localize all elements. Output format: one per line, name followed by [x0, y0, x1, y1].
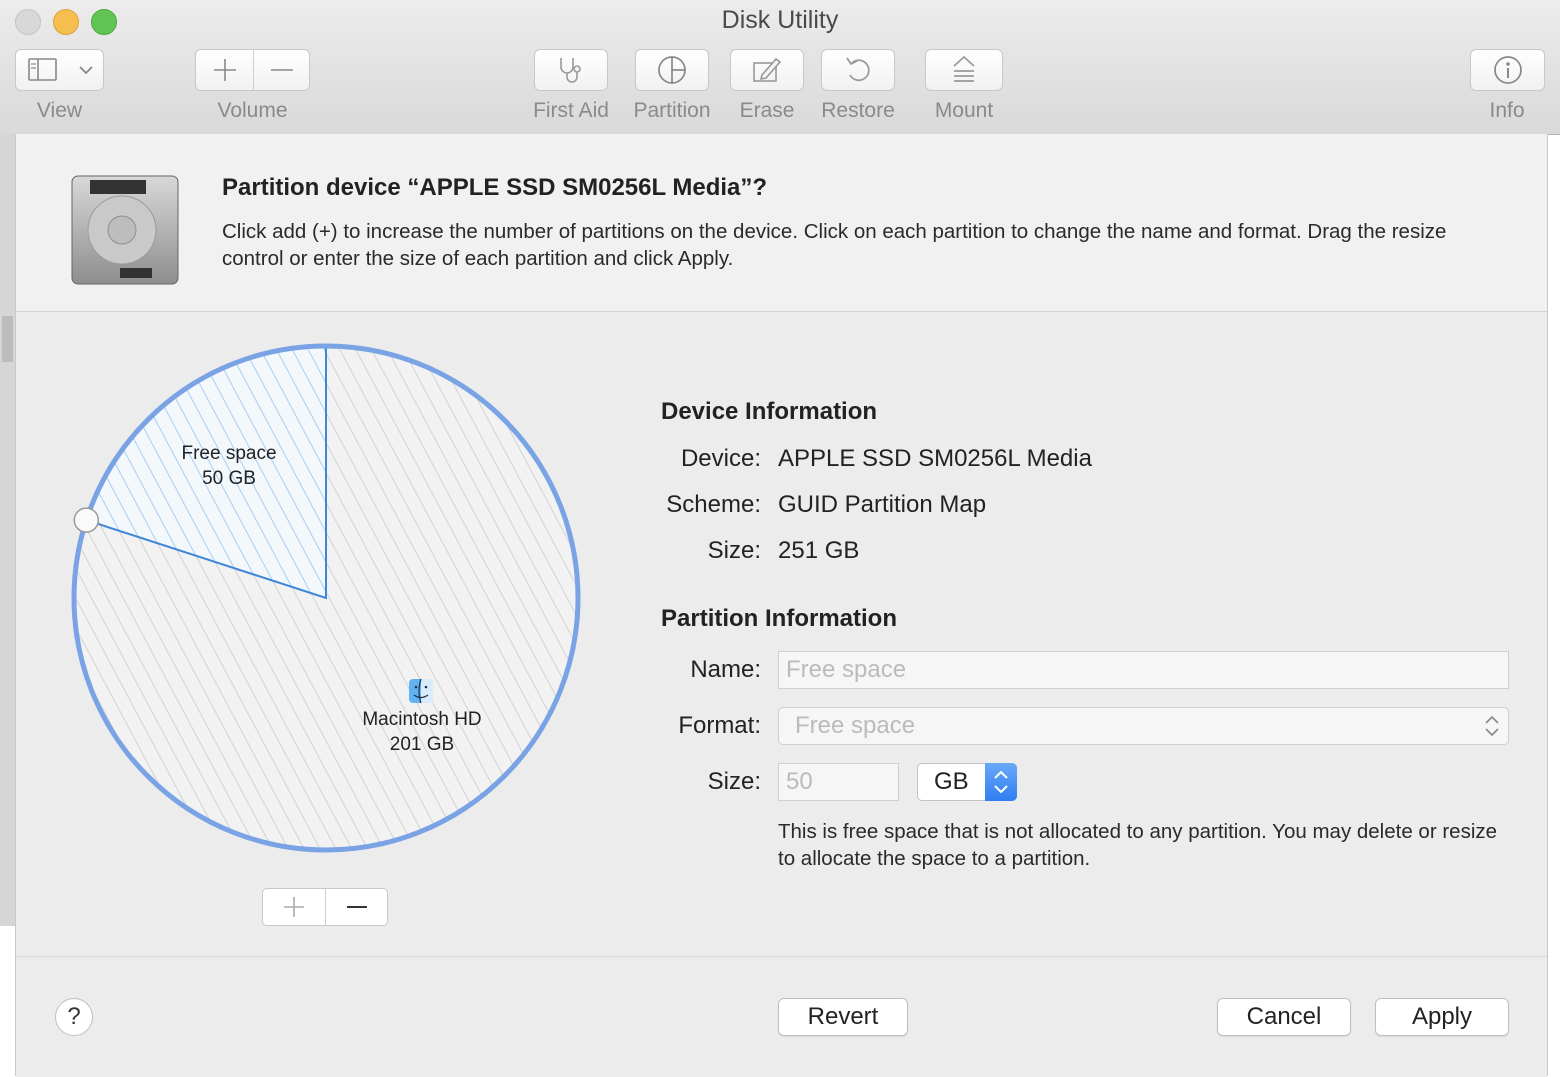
erase-label: Erase — [739, 99, 795, 122]
remove-partition-button[interactable] — [326, 889, 387, 925]
macintosh-hd-name: Macintosh HD — [362, 709, 482, 730]
free-space-name: Free space — [181, 443, 277, 464]
partition-name-field[interactable]: Free space — [778, 651, 1509, 689]
partition-size-field[interactable]: 50 — [778, 763, 899, 801]
restore-icon — [846, 57, 870, 82]
mount-icon — [953, 55, 975, 82]
window-title: Disk Utility — [721, 6, 839, 34]
chevron-down-icon — [79, 66, 93, 75]
unit-stepper — [985, 763, 1017, 801]
mount-button[interactable] — [925, 49, 1003, 91]
sheet-title: Partition device “APPLE SSD SM0256L Medi… — [222, 174, 768, 201]
first-aid-button[interactable] — [534, 49, 608, 91]
hard-drive-icon — [71, 175, 179, 285]
format-label: Format: — [678, 712, 761, 739]
format-value: Free space — [795, 712, 916, 739]
size-unit-value: GB — [934, 768, 969, 795]
plus-icon — [213, 59, 236, 81]
restore-button[interactable] — [821, 49, 895, 91]
partition-pie[interactable] — [61, 333, 591, 863]
revert-button[interactable]: Revert — [778, 998, 908, 1036]
first-aid-label: First Aid — [533, 99, 609, 122]
partition-button[interactable] — [635, 49, 709, 91]
sidebar-edge — [0, 134, 16, 926]
partition-add-remove-control — [262, 888, 388, 926]
add-partition-button[interactable] — [263, 889, 325, 925]
free-space-size: 50 GB — [202, 468, 256, 489]
volume-segmented-control — [195, 49, 310, 91]
device-label: Device: — [680, 445, 761, 472]
sheet-description: Click add (+) to increase the number of … — [222, 220, 1447, 270]
partition-info-heading: Partition Information — [661, 605, 897, 632]
info-button[interactable] — [1470, 49, 1545, 91]
size-unit-popup[interactable]: GB — [917, 763, 1017, 801]
macintosh-hd-size: 201 GB — [389, 734, 455, 755]
info-label: Info — [1489, 99, 1525, 122]
info-icon — [1493, 56, 1522, 84]
free-space-note: This is free space that is not allocated… — [778, 820, 1498, 870]
view-label: View — [36, 99, 83, 122]
partition-size-label: Size: — [707, 768, 761, 795]
mount-label: Mount — [934, 99, 994, 122]
remove-volume-button[interactable] — [254, 50, 310, 90]
erase-button[interactable] — [730, 49, 804, 91]
resize-handle[interactable] — [73, 507, 100, 533]
name-label: Name: — [690, 656, 761, 683]
format-popup[interactable]: Free space — [778, 707, 1509, 745]
sheet-header: Partition device “APPLE SSD SM0256L Medi… — [16, 134, 1547, 312]
partition-sheet: Partition device “APPLE SSD SM0256L Medi… — [15, 134, 1548, 1077]
pie-chart-icon — [658, 56, 686, 84]
scheme-value: GUID Partition Map — [778, 491, 987, 518]
volume-label: Volume — [217, 99, 288, 122]
up-down-chevron-icon — [1485, 715, 1499, 737]
minus-icon — [346, 906, 367, 908]
up-down-chevron-icon — [994, 770, 1008, 794]
sidebar-icon — [28, 58, 57, 81]
finder-icon — [409, 678, 433, 704]
stethoscope-icon — [560, 58, 581, 83]
free-space-label: Free space 50 GB — [159, 441, 299, 491]
device-size-value: 251 GB — [778, 537, 860, 564]
restore-label: Restore — [821, 99, 895, 122]
device-size-label: Size: — [707, 537, 761, 564]
device-value: APPLE SSD SM0256L Media — [778, 445, 1092, 472]
window-toolbar: Disk Utility View Volume First Aid Parti… — [0, 0, 1560, 135]
macintosh-hd-label: Macintosh HD 201 GB — [342, 707, 502, 757]
view-button[interactable] — [15, 49, 104, 91]
erase-icon — [753, 57, 782, 82]
minus-icon — [271, 69, 293, 71]
partition-label: Partition — [633, 99, 711, 122]
sidebar-disclosure[interactable] — [2, 316, 13, 362]
help-button[interactable]: ? — [55, 998, 93, 1036]
cancel-button[interactable]: Cancel — [1217, 998, 1351, 1036]
device-info-heading: Device Information — [661, 398, 878, 425]
plus-icon — [284, 897, 304, 917]
apply-button[interactable]: Apply — [1375, 998, 1509, 1036]
add-volume-button[interactable] — [196, 50, 253, 90]
scheme-label: Scheme: — [666, 491, 761, 518]
